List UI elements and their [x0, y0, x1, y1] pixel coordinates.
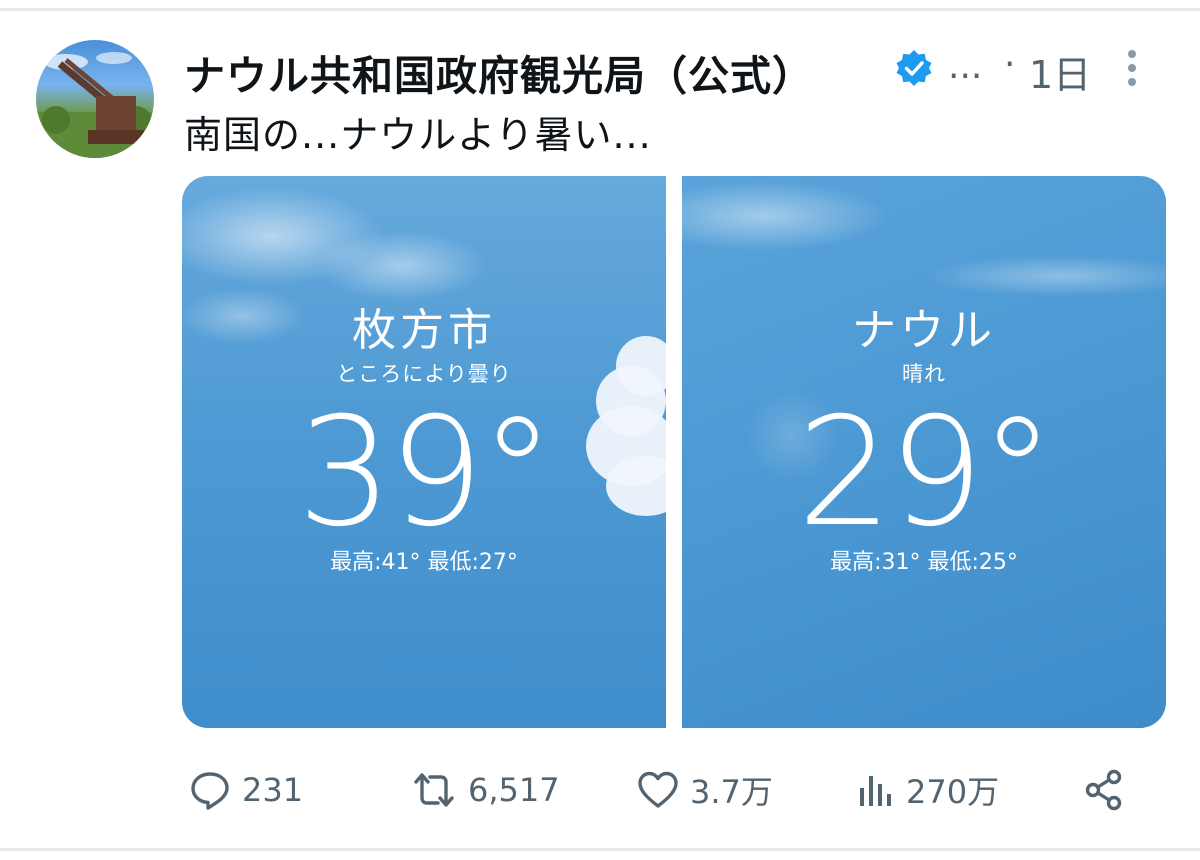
view-count: 270万 — [906, 773, 1000, 811]
post-text: 南国の...ナウルより暑い... — [184, 113, 652, 157]
reply-count: 231 — [242, 771, 304, 809]
repost-button[interactable]: 6,517 — [410, 760, 560, 820]
bottom-divider — [0, 848, 1200, 851]
handle[interactable]: ... — [948, 46, 982, 87]
share-button[interactable] — [1082, 760, 1126, 820]
weather-card-right[interactable]: ナウル 晴れ 29° 最高:31° 最低:25° — [682, 176, 1166, 728]
display-name[interactable]: ナウル共和国政府観光局（公式） — [184, 42, 814, 102]
high-low: 最高:41° 最低:27° — [330, 550, 518, 575]
post-time[interactable]: 1日 — [1029, 44, 1091, 99]
city-name: ナウル — [852, 305, 996, 356]
views-button[interactable]: 270万 — [856, 760, 999, 820]
post-media[interactable]: 枚方市 ところにより曇り 39° 最高:41° 最低:27° ナウル 晴れ 29… — [182, 176, 1166, 728]
weather-condition: 晴れ — [902, 362, 946, 386]
verified-badge-icon — [896, 50, 932, 86]
like-icon — [638, 771, 678, 808]
repost-count: 6,517 — [468, 771, 560, 809]
temperature: 39° — [297, 386, 555, 560]
city-name: 枚方市 — [352, 305, 496, 356]
temperature: 29° — [797, 386, 1055, 560]
avatar[interactable] — [36, 40, 154, 158]
share-icon — [1085, 769, 1122, 811]
avatar-image — [36, 52, 154, 158]
separator-dot: · — [1004, 44, 1016, 85]
top-divider — [0, 8, 1200, 11]
high-low: 最高:31° 最低:25° — [830, 550, 1018, 575]
reply-icon — [191, 772, 229, 810]
like-count: 3.7万 — [690, 773, 773, 811]
reply-button[interactable]: 231 — [188, 760, 303, 820]
tweet-card[interactable]: ナウル共和国政府観光局（公式） ... · 1日 南国の...ナウルより暑い..… — [0, 0, 1200, 860]
views-icon — [860, 776, 891, 806]
action-bar: 231 6,517 3.7万 270万 — [184, 760, 1144, 820]
weather-card-left[interactable]: 枚方市 ところにより曇り 39° 最高:41° 最低:27° — [182, 176, 666, 728]
post-header: ナウル共和国政府観光局（公式） ... · 1日 — [184, 38, 1174, 100]
like-button[interactable]: 3.7万 — [636, 760, 773, 820]
more-icon[interactable] — [1122, 46, 1142, 90]
weather-condition: ところにより曇り — [336, 362, 512, 386]
repost-icon — [414, 773, 454, 807]
